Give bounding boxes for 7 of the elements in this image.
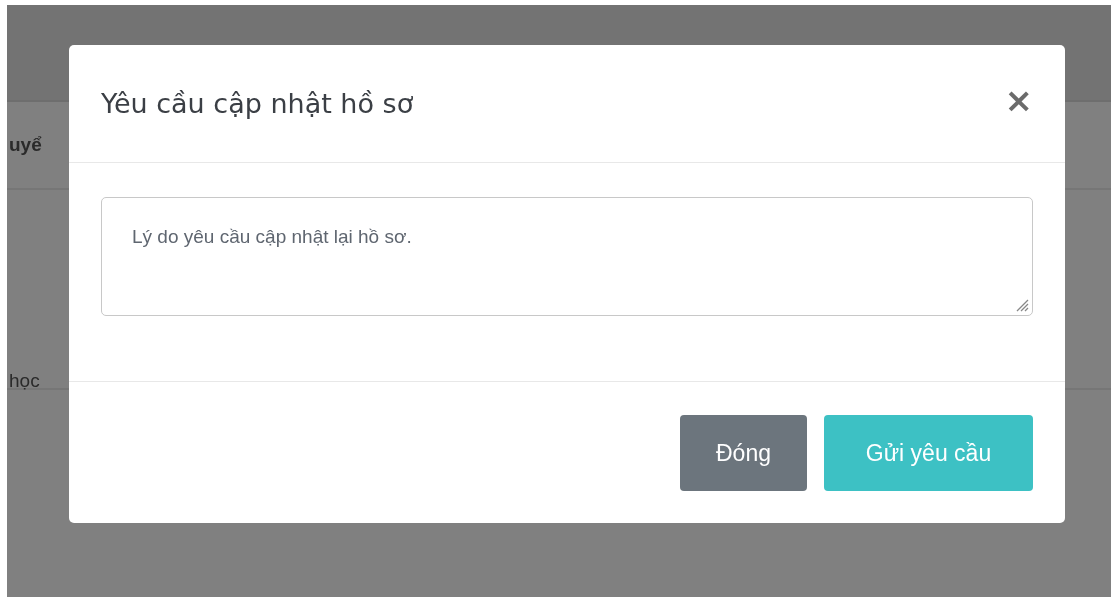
table-cell: học	[9, 370, 40, 392]
reason-field[interactable]: Lý do yêu cầu cập nhật lại hồ sơ.	[101, 197, 1033, 316]
close-button[interactable]: ×	[1004, 82, 1033, 117]
table-cell: uyể	[9, 134, 42, 156]
resize-handle-icon[interactable]	[1015, 298, 1029, 312]
close-dialog-button[interactable]: Đóng	[680, 415, 807, 491]
dialog-title: Yêu cầu cập nhật hồ sơ	[101, 88, 414, 119]
